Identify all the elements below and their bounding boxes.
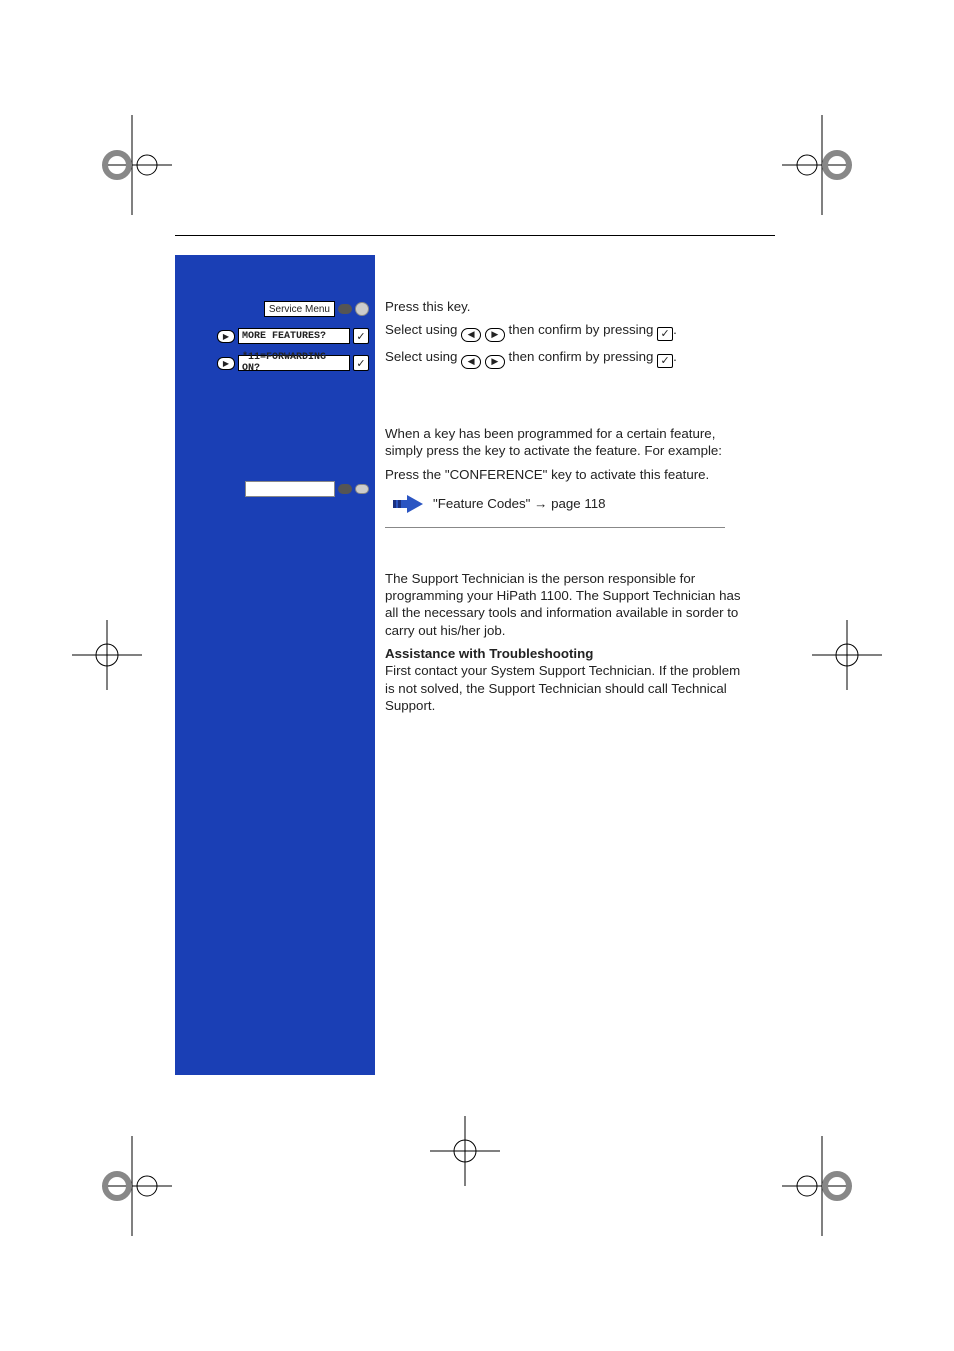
more-features-label: MORE FEATURES? xyxy=(238,328,350,344)
triangle-right-icon: ▶ xyxy=(223,359,229,368)
scroll-right-icon[interactable]: ▶ xyxy=(217,357,235,370)
confirm-check-icon[interactable]: ✓ xyxy=(657,354,673,368)
lamp-dark-icon xyxy=(338,484,352,494)
registration-mark-icon xyxy=(430,1116,500,1186)
registration-mark-icon xyxy=(72,620,142,690)
conference-key-row xyxy=(175,478,375,500)
support-technician-text: The Support Technician is the person res… xyxy=(385,570,745,639)
lamp-light-icon xyxy=(355,484,369,494)
press-key-text: Press this key. xyxy=(385,298,745,315)
registration-mark-icon xyxy=(72,1136,172,1236)
left-arrow-icon[interactable]: ◀ xyxy=(461,355,481,369)
left-arrow-icon[interactable]: ◀ xyxy=(461,328,481,342)
left-column: Service Menu ▶ MORE FEATURES? ✓ ▶ *11=FO… xyxy=(175,298,375,379)
registration-mark-icon xyxy=(72,115,172,215)
registration-mark-icon xyxy=(812,620,882,690)
feature-codes-note: "Feature Codes" → page 118 xyxy=(385,489,725,528)
right-arrow-icon[interactable]: ▶ xyxy=(485,355,505,369)
right-arrow-icon[interactable]: ▶ xyxy=(485,328,505,342)
round-button-icon[interactable] xyxy=(355,302,369,316)
forwarding-label: *11=FORWARDING ON? xyxy=(238,355,350,371)
assistance-title: Assistance with Troubleshooting xyxy=(385,646,593,661)
assistance-block: Assistance with Troubleshooting First co… xyxy=(385,645,745,714)
select-line-2: Select using ◀ ▶ then confirm by pressin… xyxy=(385,348,745,369)
confirm-check-icon[interactable]: ✓ xyxy=(353,328,369,344)
registration-mark-icon xyxy=(782,115,882,215)
confirm-check-icon[interactable]: ✓ xyxy=(353,355,369,371)
key-intro-text: When a key has been programmed for a cer… xyxy=(385,425,745,460)
triangle-right-icon: ▶ xyxy=(223,332,229,341)
scroll-right-icon[interactable]: ▶ xyxy=(217,330,235,343)
forwarding-row: ▶ *11=FORWARDING ON? ✓ xyxy=(175,352,375,374)
service-menu-row: Service Menu xyxy=(175,298,375,320)
press-conference-text: Press the "CONFERENCE" key to activate t… xyxy=(385,466,745,483)
assistance-text: First contact your System Support Techni… xyxy=(385,663,740,713)
conference-key-row-wrap xyxy=(175,478,375,505)
right-column: Press this key. Select using ◀ ▶ then co… xyxy=(385,298,745,720)
service-menu-label: Service Menu xyxy=(264,301,335,317)
note-arrow-icon xyxy=(393,495,423,517)
blank-key-label xyxy=(245,481,335,497)
note-text: "Feature Codes" → page 118 xyxy=(433,495,606,512)
confirm-check-icon[interactable]: ✓ xyxy=(657,327,673,341)
more-features-row: ▶ MORE FEATURES? ✓ xyxy=(175,325,375,347)
select-line-1: Select using ◀ ▶ then confirm by pressin… xyxy=(385,321,745,342)
lamp-dark-icon xyxy=(338,304,352,314)
header-rule xyxy=(175,235,775,236)
registration-mark-icon xyxy=(782,1136,882,1236)
